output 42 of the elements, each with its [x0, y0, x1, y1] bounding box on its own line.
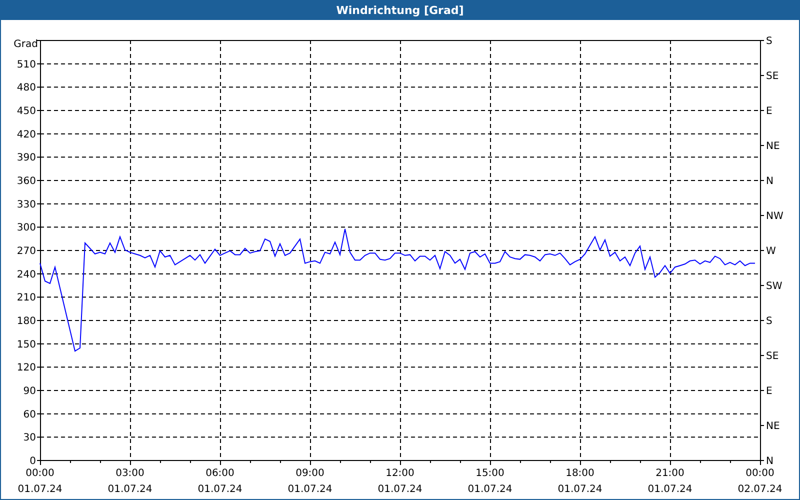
axis-label: 06:00 01.07.24 [198, 468, 242, 495]
axis-label: 420 [16, 129, 36, 140]
compass-label: NE [766, 141, 780, 152]
compass-label: SW [766, 281, 782, 292]
axis-label: 150 [16, 339, 36, 350]
axis-label: 240 [16, 269, 36, 280]
axis-label: 180 [16, 316, 36, 327]
axis-label: 210 [16, 292, 36, 304]
axis-label: 120 [16, 362, 36, 374]
compass-label: S [766, 316, 772, 327]
axis-label: 30 [23, 432, 36, 444]
axis-label: 0 [30, 456, 36, 467]
compass-label: W [766, 246, 776, 257]
axis-label: 03:00 01.07.24 [108, 468, 152, 495]
compass-label: N [766, 176, 774, 187]
axis-label: 09:00 01.07.24 [288, 468, 332, 495]
axis-label: 00:00 01.07.24 [18, 468, 62, 495]
axis-label: 390 [16, 152, 36, 164]
compass-label: NW [766, 211, 784, 222]
compass-label: NE [766, 421, 780, 432]
window-title: Windrichtung [Grad] [336, 4, 464, 16]
axis-label: 480 [16, 82, 36, 94]
axis-label: 90 [23, 386, 36, 397]
axis-label: 60 [23, 409, 36, 420]
axis-label: 00:00 02.07.24 [738, 468, 782, 495]
axis-label: 300 [16, 222, 36, 234]
compass-label: SE [766, 351, 779, 362]
compass-label: E [766, 386, 772, 397]
axis-label: 360 [16, 176, 36, 187]
axis-label: 450 [16, 106, 36, 117]
axis-label: 15:00 01.07.24 [468, 468, 512, 495]
axis-label: 510 [16, 59, 36, 70]
compass-label: SE [766, 71, 779, 82]
compass-label: N [766, 456, 774, 467]
compass-label: E [766, 106, 772, 117]
axis-title: Grad [14, 39, 38, 50]
axis-label: 12:00 01.07.24 [378, 468, 422, 495]
axis-label: 18:00 01.07.24 [558, 468, 602, 495]
compass-label: S [766, 36, 772, 47]
axis-label: 21:00 01.07.24 [648, 468, 692, 495]
axis-label: 330 [16, 199, 36, 210]
axis-label: 270 [16, 246, 36, 257]
